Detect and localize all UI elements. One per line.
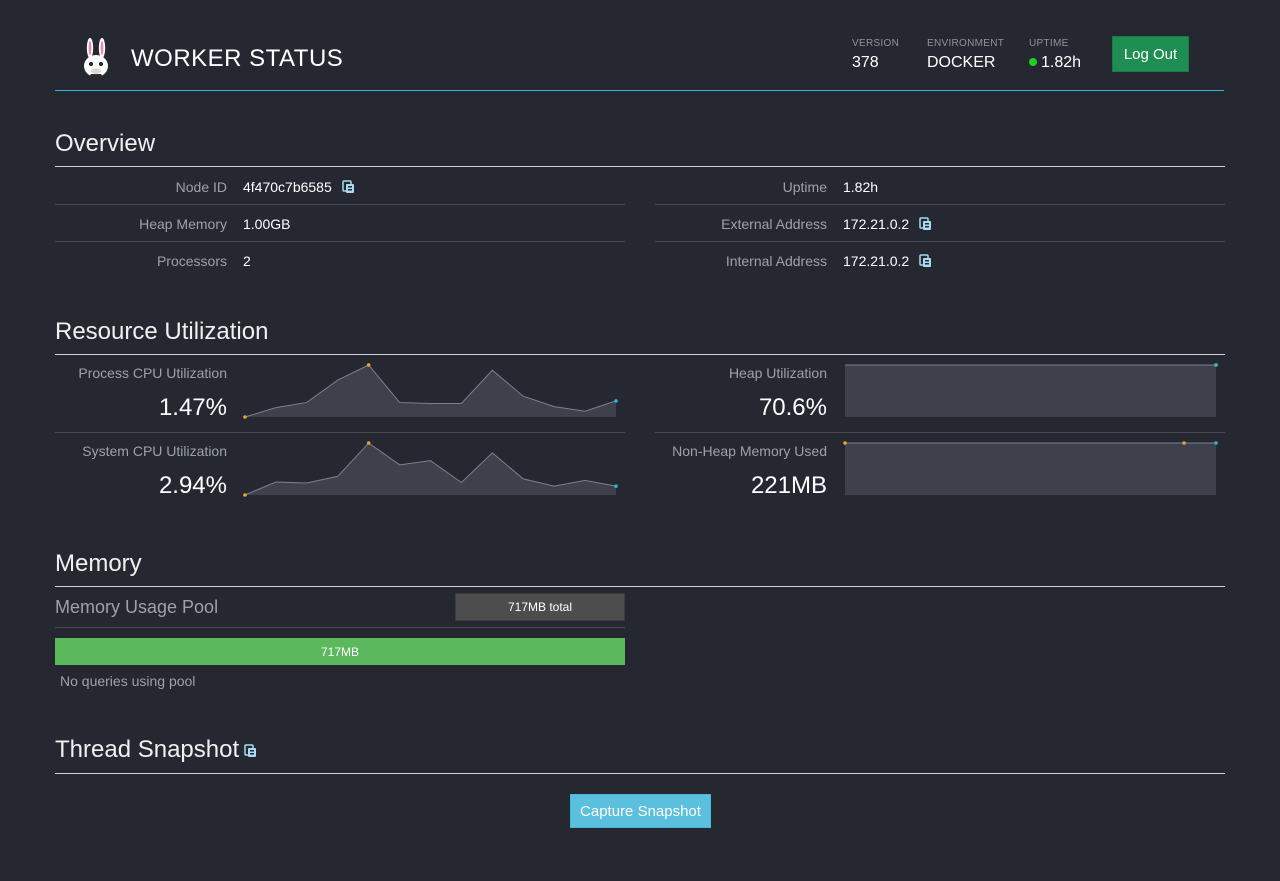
overview-label: Processors <box>156 253 227 269</box>
memory-pool-total: 717MB total <box>455 593 625 621</box>
metric-value: 1.47% <box>158 394 227 421</box>
uptime-block: UPTIME 1.82h <box>1029 38 1081 72</box>
version-label: VERSION <box>852 38 900 49</box>
sparkline-last-point <box>614 399 618 403</box>
status-dot-icon <box>1029 58 1037 66</box>
overview-value: 1.82h <box>843 179 879 195</box>
overview-value-wrap: 1.00GB <box>243 216 290 232</box>
sparkline-area <box>245 443 616 495</box>
overview-row: Uptime 1.82h <box>655 168 1225 205</box>
metric-divider <box>55 432 625 433</box>
copy-snapshot-icon[interactable] <box>243 744 257 758</box>
sparkline-min-point <box>843 441 847 445</box>
sparkline-area <box>845 443 1216 495</box>
overview-value-wrap: 1.82h <box>843 179 878 195</box>
overview-value: 1.00GB <box>243 216 291 232</box>
no-queries-text: No queries using pool <box>60 673 196 689</box>
sparkline-chart <box>243 363 618 419</box>
environment-value: DOCKER <box>927 54 996 71</box>
overview-label: Heap Memory <box>139 216 227 232</box>
version-value: 378 <box>852 54 879 71</box>
metric-label: Heap Utilization <box>728 365 827 381</box>
overview-row: Processors 2 <box>55 242 625 279</box>
uptime-value-wrap: 1.82h <box>1029 54 1081 72</box>
overview-title: Overview <box>55 130 156 157</box>
version-block: VERSION 378 <box>852 38 899 72</box>
overview-row: Internal Address 172.21.0.2 <box>655 242 1225 279</box>
metric-label: System CPU Utilization <box>82 443 227 459</box>
sparkline-max-point <box>366 441 371 445</box>
overview-rule <box>55 166 1225 167</box>
overview-label: Internal Address <box>725 253 827 269</box>
environment-label: ENVIRONMENT <box>927 38 1005 49</box>
sparkline-chart <box>243 441 618 497</box>
bunny-logo-icon <box>84 38 108 78</box>
sparkline-area <box>845 365 1216 417</box>
sparkline-max-point <box>366 363 371 367</box>
metric-label: Non-Heap Memory Used <box>672 443 827 459</box>
overview-value-wrap: 4f470c7b6585 <box>243 179 355 195</box>
overview-value-wrap: 172.21.0.2 <box>843 216 932 232</box>
header: WORKER STATUS VERSION 378 ENVIRONMENT DO… <box>55 28 1224 91</box>
metric-value: 221MB <box>750 472 827 499</box>
uptime-label: UPTIME <box>1029 38 1069 49</box>
overview-row: Node ID 4f470c7b6585 <box>55 168 625 205</box>
sparkline-area <box>245 365 616 417</box>
memory-pool-bar: 717MB <box>55 638 625 665</box>
uptime-value: 1.82h <box>1041 54 1082 71</box>
sparkline-last-point <box>1214 363 1218 367</box>
sparkline-max-point <box>1182 441 1186 445</box>
thread-snapshot-rule <box>55 773 1225 774</box>
sparkline-chart <box>845 363 1218 417</box>
overview-row: External Address 172.21.0.2 <box>655 205 1225 242</box>
resource-title: Resource Utilization <box>55 318 269 345</box>
copy-icon[interactable] <box>918 217 932 231</box>
app-title: WORKER STATUS <box>131 45 344 72</box>
overview-value-wrap: 172.21.0.2 <box>843 253 932 269</box>
overview-row: Heap Memory 1.00GB <box>55 205 625 242</box>
environment-block: ENVIRONMENT DOCKER <box>927 38 1004 72</box>
metric-divider <box>655 432 1225 433</box>
memory-pool-label: Memory Usage Pool <box>55 597 219 617</box>
thread-snapshot-title: Thread Snapshot <box>55 736 240 763</box>
thread-snapshot-title-wrap: Thread Snapshot <box>55 736 257 764</box>
logout-button[interactable]: Log Out <box>1112 36 1189 72</box>
memory-rule <box>55 586 1225 587</box>
overview-value-wrap: 2 <box>243 253 251 269</box>
overview-label: External Address <box>721 216 827 232</box>
overview-value: 2 <box>243 253 251 269</box>
copy-icon[interactable] <box>341 180 355 194</box>
overview-value: 4f470c7b6585 <box>243 179 332 195</box>
metric-label: Process CPU Utilization <box>78 365 227 381</box>
overview-label: Node ID <box>175 179 227 195</box>
sparkline-min-point <box>243 493 247 497</box>
overview-value: 172.21.0.2 <box>843 253 910 269</box>
sparkline-chart <box>843 441 1218 495</box>
memory-pool-rule <box>55 627 625 628</box>
resource-rule <box>55 354 1225 355</box>
capture-snapshot-button[interactable]: Capture Snapshot <box>570 794 711 828</box>
memory-title: Memory <box>55 550 142 577</box>
metric-value: 70.6% <box>758 394 827 421</box>
overview-value: 172.21.0.2 <box>843 216 910 232</box>
metric-value: 2.94% <box>158 472 227 499</box>
sparkline-last-point <box>1214 441 1218 445</box>
sparkline-min-point <box>243 415 247 419</box>
overview-label: Uptime <box>782 179 827 195</box>
copy-icon[interactable] <box>918 254 932 268</box>
sparkline-last-point <box>614 484 618 488</box>
